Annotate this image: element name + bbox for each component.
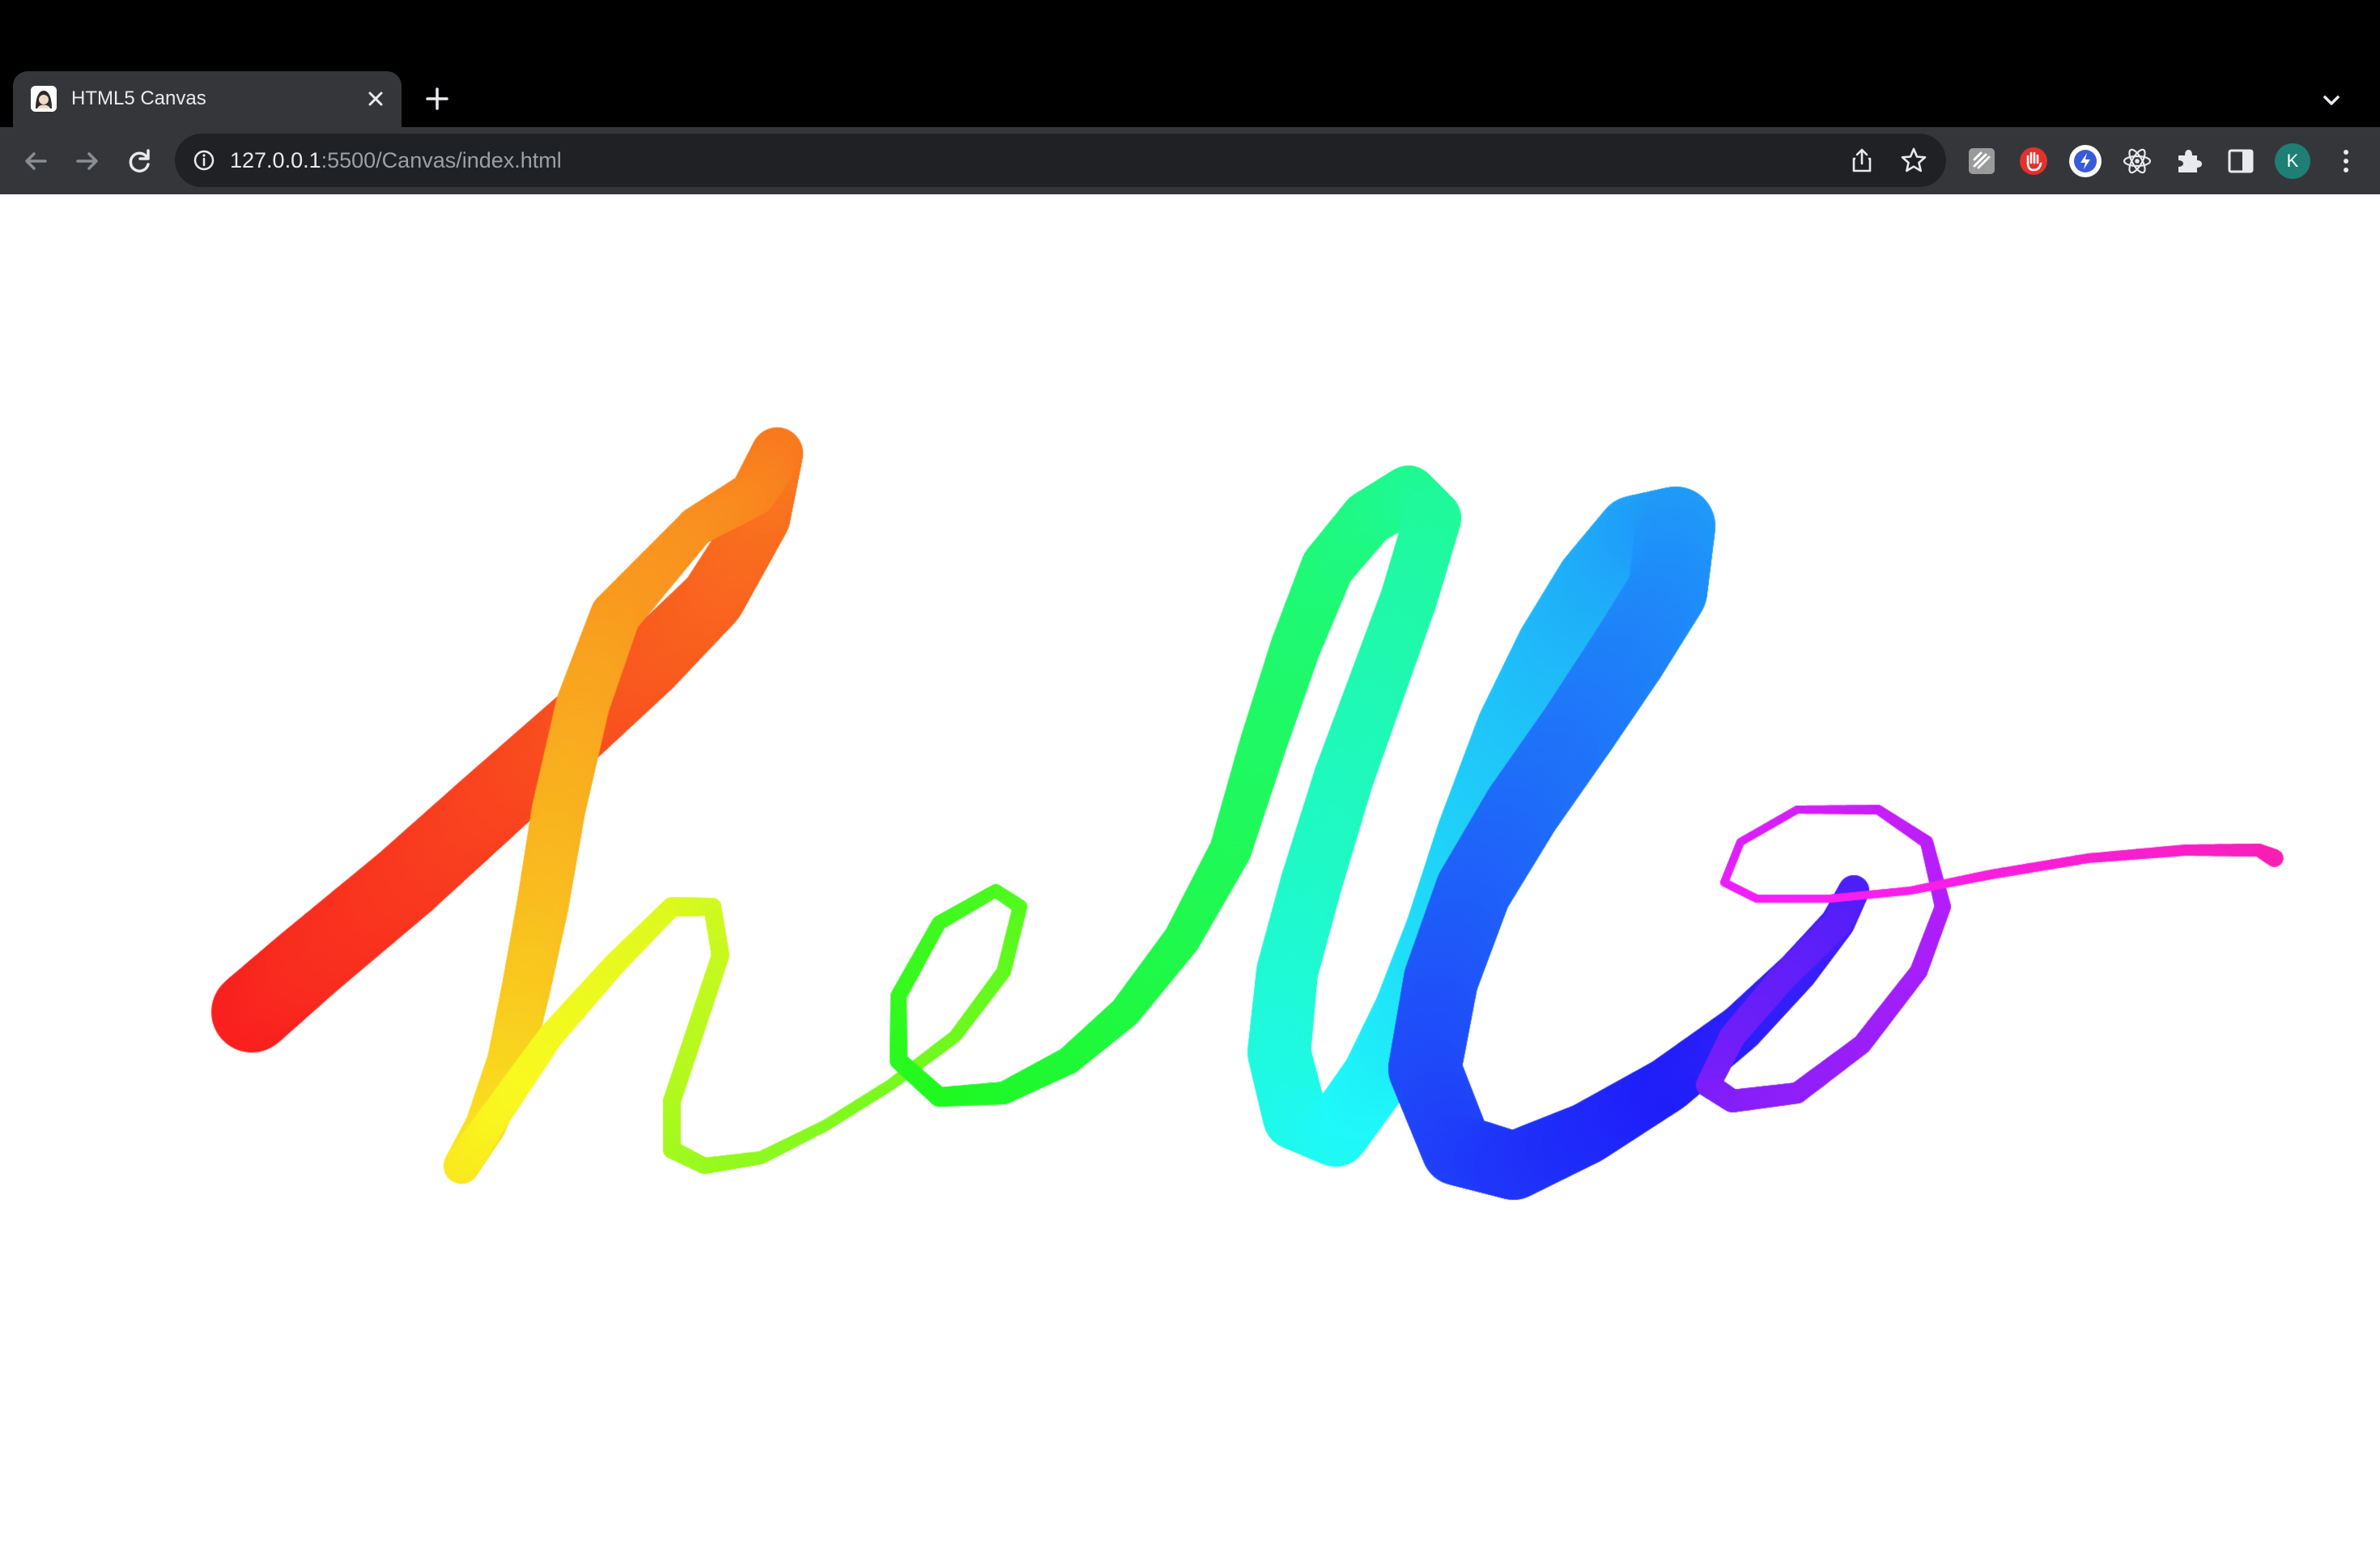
share-icon[interactable] (1847, 146, 1876, 175)
tab-title: HTML5 Canvas (71, 87, 206, 109)
url-host: 127.0.0.1 (230, 148, 321, 172)
close-icon[interactable] (361, 84, 390, 113)
page-viewport (0, 194, 2380, 1548)
url-path: :5500/Canvas/index.html (321, 148, 562, 172)
info-icon[interactable] (191, 147, 217, 173)
browser-window: HTML5 Canvas 127.0.0.1:5500/Canvas/index… (0, 0, 2380, 1548)
react-icon[interactable] (2119, 143, 2155, 179)
address-bar[interactable]: 127.0.0.1:5500/Canvas/index.html (175, 134, 1946, 187)
puzzle-icon[interactable] (2171, 143, 2207, 179)
red-hand-extension-icon[interactable] (2016, 143, 2051, 179)
favicon-icon (31, 86, 57, 112)
star-icon[interactable] (1899, 146, 1928, 175)
sidepanel-icon[interactable] (2223, 143, 2259, 179)
tab-strip: HTML5 Canvas (0, 0, 2380, 127)
tab-html5-canvas[interactable]: HTML5 Canvas (13, 71, 402, 127)
document-extension-icon[interactable] (1964, 143, 2000, 179)
chevron-down-icon[interactable] (2315, 84, 2348, 117)
drawing-canvas[interactable] (0, 194, 2380, 1548)
kebab-menu-icon[interactable] (2328, 143, 2364, 179)
avatar[interactable]: K (2275, 143, 2310, 179)
browser-toolbar: 127.0.0.1:5500/Canvas/index.html K (0, 127, 2380, 194)
arrow-left-icon[interactable] (16, 142, 55, 181)
lightning-extension-icon[interactable] (2068, 143, 2103, 179)
plus-icon[interactable] (419, 81, 455, 117)
arrow-right-icon[interactable] (68, 142, 107, 181)
url-text[interactable]: 127.0.0.1:5500/Canvas/index.html (230, 147, 562, 173)
reload-icon[interactable] (120, 142, 159, 181)
